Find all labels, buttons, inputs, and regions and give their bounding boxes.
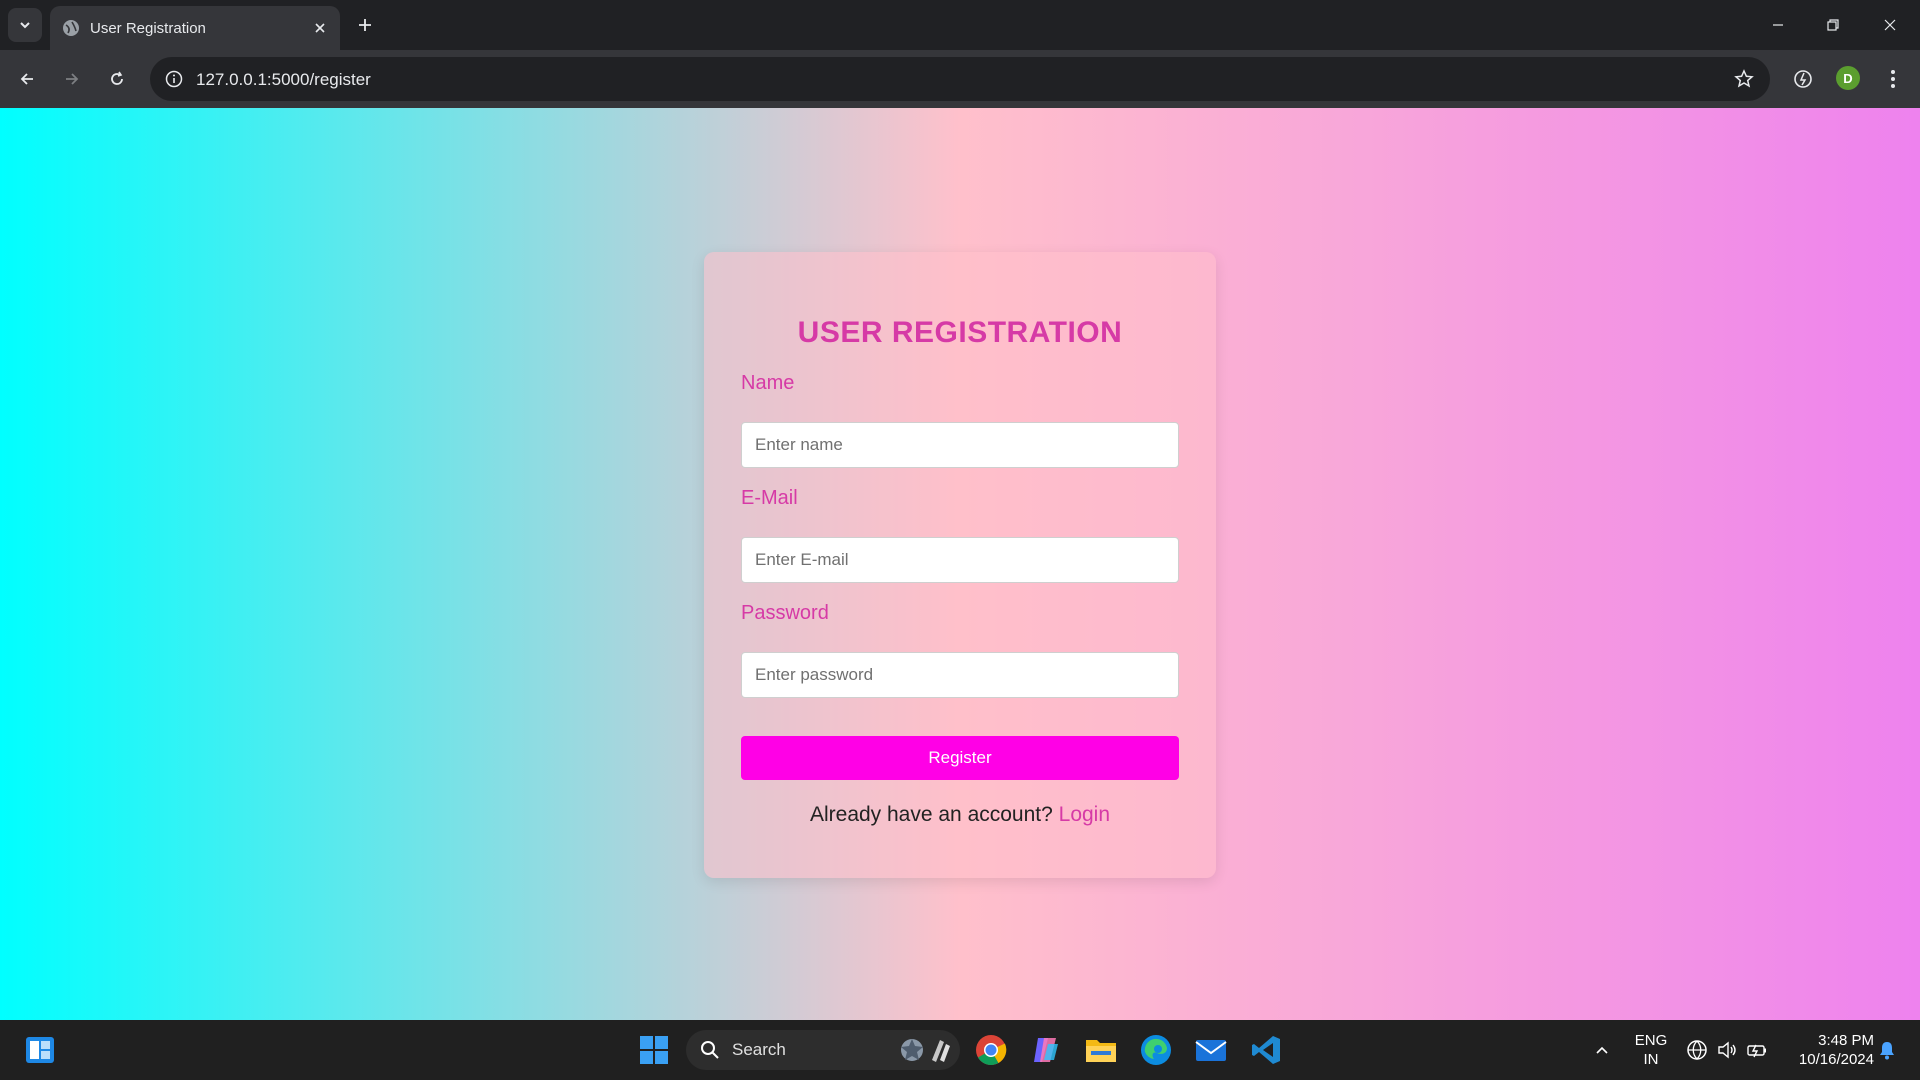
- show-hidden-icons-button[interactable]: [1582, 1030, 1622, 1070]
- close-icon: [1884, 19, 1896, 31]
- registration-card: USER REGISTRATION Name E-Mail Password R…: [704, 252, 1216, 878]
- password-input[interactable]: [741, 652, 1179, 698]
- performance-button[interactable]: [1788, 64, 1818, 94]
- vscode-icon: [1252, 1036, 1280, 1064]
- plus-icon: [359, 19, 371, 31]
- language-code: ENG: [1634, 1032, 1668, 1049]
- page-title: USER REGISTRATION: [797, 316, 1123, 349]
- close-tab-button[interactable]: [310, 18, 330, 38]
- minimize-icon: [1773, 24, 1783, 26]
- taskbar-search[interactable]: Search: [686, 1030, 960, 1070]
- notifications-button[interactable]: [1874, 1030, 1900, 1070]
- taskbar-vscode[interactable]: [1246, 1030, 1286, 1070]
- minimize-button[interactable]: [1758, 10, 1798, 40]
- reload-button[interactable]: [102, 64, 132, 94]
- tab-search-button[interactable]: [8, 8, 42, 42]
- taskbar-edge[interactable]: [1136, 1030, 1176, 1070]
- speedometer-icon: [1794, 70, 1812, 88]
- arrow-left-icon: [20, 73, 33, 85]
- chevron-up-icon: [1596, 1046, 1608, 1054]
- start-button[interactable]: [634, 1030, 674, 1070]
- quick-settings[interactable]: [1677, 1030, 1777, 1070]
- star-icon: [1734, 69, 1754, 88]
- volume-icon: [1718, 1041, 1736, 1059]
- address-bar[interactable]: 127.0.0.1:5000/register: [150, 57, 1770, 101]
- taskbar-copilot[interactable]: [1026, 1030, 1066, 1070]
- tab-title: User Registration: [90, 20, 206, 37]
- search-label: Search: [732, 1040, 786, 1059]
- network-icon: [1687, 1040, 1707, 1060]
- bell-icon: [1880, 1042, 1894, 1060]
- reload-icon: [111, 71, 123, 85]
- taskbar: Search ENG IN 3:48 PM 10/16/2024: [0, 1020, 1920, 1080]
- taskbar-file-explorer[interactable]: [1081, 1030, 1121, 1070]
- name-input[interactable]: [741, 422, 1179, 468]
- battery-icon: [1747, 1044, 1766, 1058]
- chevron-down-icon: [20, 22, 30, 29]
- edge-icon: [1141, 1035, 1171, 1065]
- globe-icon: [63, 20, 79, 36]
- region-code: IN: [1643, 1051, 1659, 1068]
- search-icon: [701, 1041, 719, 1059]
- bookmark-button[interactable]: [1732, 67, 1756, 91]
- close-window-button[interactable]: [1870, 10, 1910, 40]
- site-info-button[interactable]: [162, 67, 186, 91]
- login-prompt: Already have an account? Login: [704, 803, 1216, 827]
- folder-icon: [1086, 1040, 1116, 1062]
- profile-avatar[interactable]: D: [1836, 66, 1860, 90]
- page-background: USER REGISTRATION Name E-Mail Password R…: [0, 108, 1920, 1020]
- more-vert-icon: [1891, 70, 1895, 88]
- login-link[interactable]: Login: [1059, 803, 1110, 826]
- chrome-icon: [976, 1035, 1007, 1066]
- search-highlight-icon: [901, 1039, 950, 1062]
- arrow-right-icon: [66, 73, 79, 85]
- email-label: E-Mail: [741, 487, 798, 509]
- name-label: Name: [741, 372, 795, 394]
- restore-button[interactable]: [1813, 10, 1853, 40]
- clock[interactable]: 3:48 PM 10/16/2024: [1782, 1031, 1874, 1069]
- clock-time: 3:48 PM: [1818, 1032, 1874, 1049]
- password-label: Password: [741, 602, 829, 624]
- input-language[interactable]: ENG IN: [1627, 1031, 1675, 1069]
- register-button[interactable]: Register: [741, 736, 1179, 780]
- new-tab-button[interactable]: [352, 12, 378, 38]
- widgets-button[interactable]: [20, 1030, 60, 1070]
- close-icon: [315, 23, 325, 33]
- back-button[interactable]: [12, 64, 42, 94]
- taskbar-mail[interactable]: [1191, 1030, 1231, 1070]
- clock-date: 10/16/2024: [1798, 1051, 1874, 1068]
- account-prompt-text: Already have an account?: [809, 803, 1059, 826]
- browser-toolbar: 127.0.0.1:5000/register: [0, 50, 1920, 108]
- info-icon: [165, 70, 183, 88]
- taskbar-chrome[interactable]: [971, 1030, 1011, 1070]
- url-text: 127.0.0.1:5000/register: [196, 70, 371, 89]
- active-tab[interactable]: User Registration: [50, 6, 340, 50]
- browser-tab-bar: User Registration: [0, 0, 1920, 50]
- restore-icon: [1827, 19, 1839, 31]
- windows-logo-icon: [640, 1036, 668, 1064]
- forward-button[interactable]: [57, 64, 87, 94]
- browser-menu-button[interactable]: [1878, 64, 1908, 94]
- mail-icon: [1195, 1040, 1227, 1061]
- widgets-icon: [26, 1037, 54, 1063]
- email-input[interactable]: [741, 537, 1179, 583]
- copilot-icon: [1034, 1038, 1058, 1062]
